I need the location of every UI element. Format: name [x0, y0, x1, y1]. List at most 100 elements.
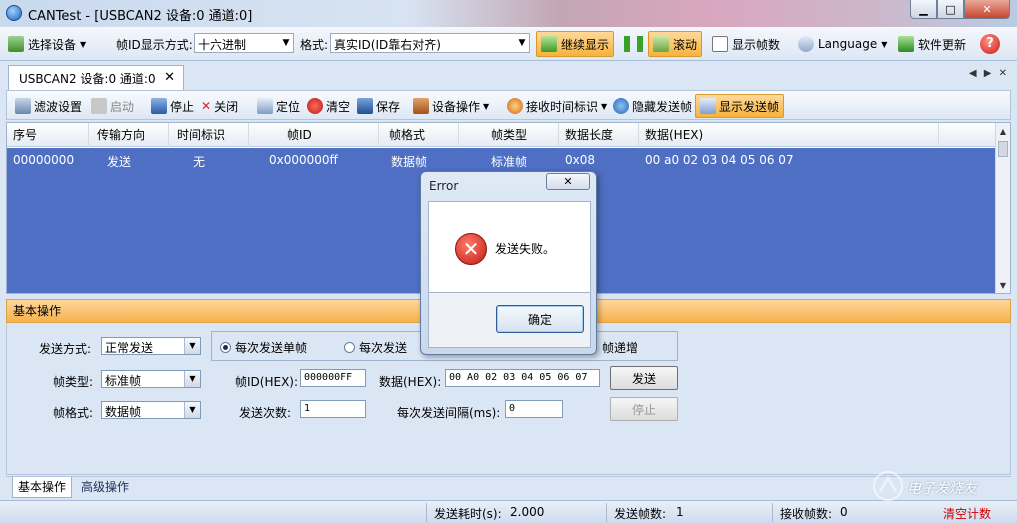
locate-button[interactable]: 定位: [257, 96, 300, 116]
interval-input[interactable]: 0: [505, 400, 563, 418]
scroll-up-icon[interactable]: ▲: [996, 125, 1010, 139]
col-timestamp[interactable]: 时间标识: [169, 123, 249, 147]
frame-format-label: 帧格式:: [53, 406, 94, 420]
status-divider: [426, 503, 427, 522]
tab-usbcan2[interactable]: USBCAN2 设备:0 通道:0 ✕: [8, 65, 184, 91]
col-frame-type[interactable]: 帧类型: [459, 123, 559, 147]
save-button[interactable]: 保存: [357, 96, 400, 116]
chevron-down-icon: ▼: [184, 338, 200, 354]
stop-label: 停止: [170, 99, 195, 114]
dialog-footer: 确定: [428, 293, 591, 348]
stop-button[interactable]: 停止: [151, 96, 194, 116]
interval-label: 每次发送间隔(ms):: [397, 406, 501, 420]
device-ops-label: 设备操作: [432, 99, 481, 114]
pause-button[interactable]: [624, 33, 643, 55]
send-mode-select[interactable]: 正常发送 ▼: [101, 337, 201, 355]
locate-icon: [257, 98, 273, 114]
chevron-down-icon: ▼: [184, 371, 200, 387]
clear-button[interactable]: 清空: [307, 96, 350, 116]
scroll-down-icon[interactable]: ▼: [996, 279, 1010, 293]
vertical-scrollbar[interactable]: ▲ ▼: [995, 123, 1010, 293]
pause-icon: [637, 36, 643, 52]
frame-type-value: 标准帧: [105, 374, 142, 388]
format-select[interactable]: 真实ID(ID靠右对齐) ▼: [330, 33, 530, 53]
radio-increment[interactable]: 帧递增: [602, 339, 638, 356]
language-button[interactable]: Language ▼: [798, 33, 887, 55]
frame-type-select[interactable]: 标准帧 ▼: [101, 370, 201, 388]
send-count-input[interactable]: 1: [300, 400, 366, 418]
dialog-body: ✕ 发送失败。: [428, 201, 591, 293]
device-icon: [8, 36, 24, 52]
watermark-text: 电子发烧友: [907, 481, 977, 497]
error-message: 发送失败。: [495, 242, 556, 256]
software-update-button[interactable]: 软件更新: [898, 33, 966, 55]
minimize-button[interactable]: ▁: [910, 0, 937, 19]
grid-header: 序号 传输方向 时间标识 帧ID 帧格式 帧类型 数据长度 数据(HEX): [7, 123, 997, 147]
send-count-label: 发送次数:: [239, 406, 292, 420]
maximize-button[interactable]: □: [937, 0, 964, 19]
chevron-down-icon: ▼: [184, 402, 200, 418]
frame-type-label: 帧类型:: [53, 375, 94, 389]
chevron-down-icon: ▼: [279, 34, 293, 52]
frame-id-label: 帧ID(HEX):: [235, 375, 299, 389]
dialog-close-button[interactable]: ✕: [546, 173, 590, 190]
clear-count-button[interactable]: 清空计数: [943, 505, 991, 522]
ok-button[interactable]: 确定: [496, 305, 584, 333]
col-frame-format[interactable]: 帧格式: [379, 123, 459, 147]
tab-navigation[interactable]: ◀ ▶ ✕: [969, 68, 1009, 79]
select-device-label: 选择设备: [28, 37, 77, 52]
close-icon[interactable]: ✕: [164, 70, 175, 85]
radio-single-frame[interactable]: 每次发送单帧: [220, 339, 307, 356]
col-direction[interactable]: 传输方向: [89, 123, 169, 147]
send-button[interactable]: 发送: [610, 366, 678, 390]
col-data-hex[interactable]: 数据(HEX): [639, 123, 939, 147]
send-time-label: 发送耗时(s):: [434, 507, 502, 521]
scroll-thumb[interactable]: [998, 141, 1008, 157]
show-frame-count-button[interactable]: 显示帧数: [712, 33, 780, 55]
start-button[interactable]: 启动: [91, 96, 134, 116]
tab-basic-ops[interactable]: 基本操作: [12, 477, 73, 498]
data-label: 数据(HEX):: [379, 375, 442, 389]
data-input[interactable]: 00 A0 02 03 04 05 06 07: [445, 369, 600, 387]
start-icon: [91, 98, 107, 114]
radio-multi-frame[interactable]: 每次发送: [344, 339, 407, 356]
radio-unchecked-icon: [344, 342, 355, 353]
filter-settings-button[interactable]: 滤波设置: [15, 96, 82, 116]
close-window-button[interactable]: ✕: [964, 0, 1010, 19]
help-button[interactable]: ?: [980, 33, 1000, 55]
continue-display-button[interactable]: 继续显示: [536, 31, 615, 57]
stop-icon: [151, 98, 167, 114]
bottom-tabs: 基本操作 高级操作: [6, 476, 1011, 498]
stop-send-button[interactable]: 停止: [610, 397, 678, 421]
hide-sent-label: 隐藏发送帧: [632, 99, 693, 114]
continue-display-label: 继续显示: [561, 37, 610, 52]
rx-time-stamp-button[interactable]: 接收时间标识 ▼: [507, 96, 607, 116]
sent-frames-label: 发送帧数:: [614, 507, 667, 521]
device-toolbar: 滤波设置 启动 停止 ✕ 关闭 定位 清空 保存 设备操作 ▼ 接收时间标识 ▼…: [6, 90, 1011, 120]
col-index[interactable]: 序号: [7, 123, 89, 147]
chevron-down-icon: ▼: [80, 39, 87, 49]
help-icon: ?: [980, 34, 1000, 54]
col-frame-id[interactable]: 帧ID: [249, 123, 379, 147]
close-device-button[interactable]: ✕ 关闭: [201, 96, 238, 116]
tab-strip: USBCAN2 设备:0 通道:0 ✕ ◀ ▶ ✕: [0, 62, 1017, 91]
scroll-button[interactable]: 滚动: [648, 31, 703, 57]
show-sent-button[interactable]: 显示发送帧: [695, 94, 785, 118]
frame-id-format-select[interactable]: 十六进制 ▼: [194, 33, 294, 53]
hide-sent-button[interactable]: 隐藏发送帧: [613, 96, 692, 116]
col-data-length[interactable]: 数据长度: [559, 123, 639, 147]
chevron-down-icon: ▼: [515, 34, 529, 52]
frame-id-input[interactable]: 000000FF: [300, 369, 366, 387]
table-row[interactable]: 00000000 发送 无 0x000000ff 数据帧 标准帧 0x08 00…: [7, 148, 997, 172]
frame-format-select[interactable]: 数据帧 ▼: [101, 401, 201, 419]
document-icon: [712, 36, 728, 52]
tab-advanced-ops[interactable]: 高级操作: [76, 477, 134, 498]
close-device-label: 关闭: [214, 99, 239, 114]
title-bar: CANTest - [USBCAN2 设备:0 通道:0] ▁ □ ✕: [0, 0, 1017, 27]
select-device-button[interactable]: 选择设备 ▼: [8, 33, 86, 55]
cell-frame-format: 数据帧: [391, 155, 428, 169]
device-ops-button[interactable]: 设备操作 ▼: [413, 96, 489, 116]
language-label: Language: [818, 37, 878, 51]
start-label: 启动: [110, 99, 135, 114]
dialog-title: Error: [429, 179, 459, 193]
